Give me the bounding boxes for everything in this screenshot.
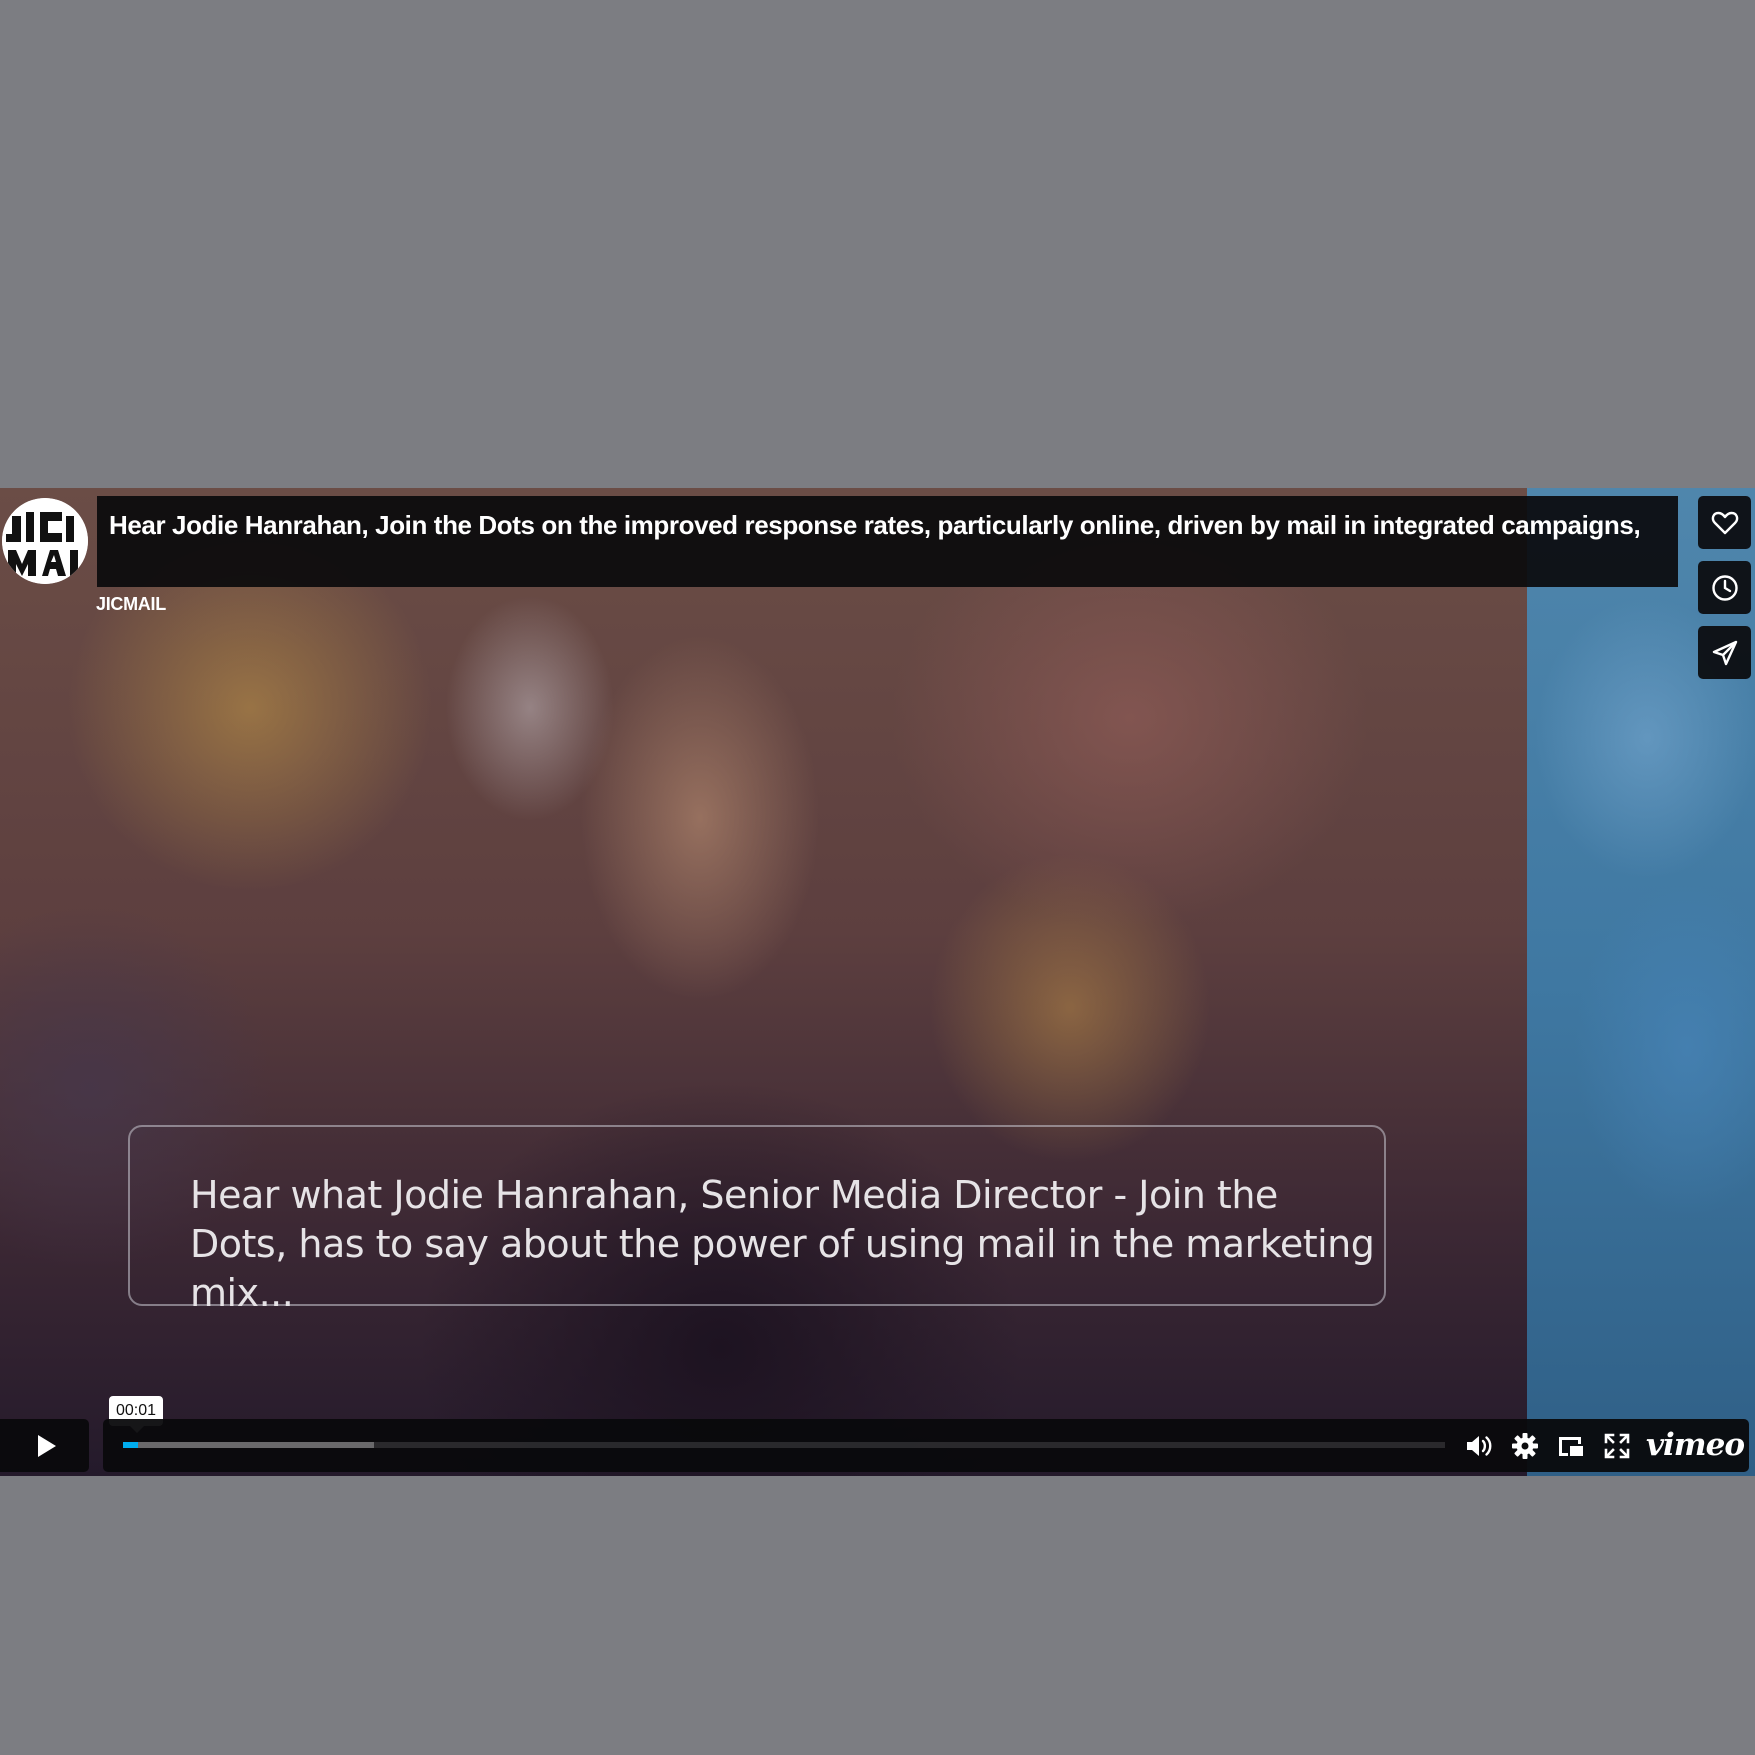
fullscreen-icon (1604, 1433, 1630, 1459)
video-player[interactable]: Hear Jodie Hanrahan, Join the Dots on th… (0, 488, 1755, 1476)
progress-bar[interactable] (123, 1442, 1445, 1448)
channel-logo[interactable] (2, 498, 88, 584)
play-button[interactable] (0, 1419, 89, 1472)
gear-icon (1512, 1433, 1538, 1459)
caption-box: Hear what Jodie Hanrahan, Senior Media D… (128, 1125, 1386, 1315)
settings-button[interactable] (1510, 1431, 1540, 1461)
pip-icon (1559, 1437, 1583, 1456)
jicmail-logo-icon (2, 498, 88, 584)
video-title[interactable]: Hear Jodie Hanrahan, Join the Dots on th… (109, 506, 1666, 545)
video-caption: Hear what Jodie Hanrahan, Senior Media D… (190, 1173, 1375, 1315)
share-button[interactable] (1698, 626, 1751, 679)
clock-icon (1711, 574, 1738, 601)
fullscreen-button[interactable] (1602, 1431, 1632, 1461)
like-button[interactable] (1698, 496, 1751, 549)
send-icon (1712, 640, 1737, 665)
progress-played (123, 1442, 138, 1448)
watch-later-button[interactable] (1698, 561, 1751, 614)
channel-byline[interactable]: JICMAIL (96, 594, 166, 615)
play-icon (37, 1434, 56, 1457)
volume-button[interactable] (1464, 1431, 1494, 1461)
video-frame[interactable] (0, 488, 1527, 1476)
heart-icon (1711, 511, 1738, 534)
video-title-box[interactable]: Hear Jodie Hanrahan, Join the Dots on th… (97, 496, 1678, 587)
pip-button[interactable] (1556, 1431, 1586, 1461)
progress-buffered (123, 1442, 375, 1448)
vimeo-logo[interactable]: vimeo (1646, 1427, 1745, 1463)
control-bar: vimeo (103, 1419, 1749, 1472)
volume-icon (1467, 1436, 1492, 1456)
